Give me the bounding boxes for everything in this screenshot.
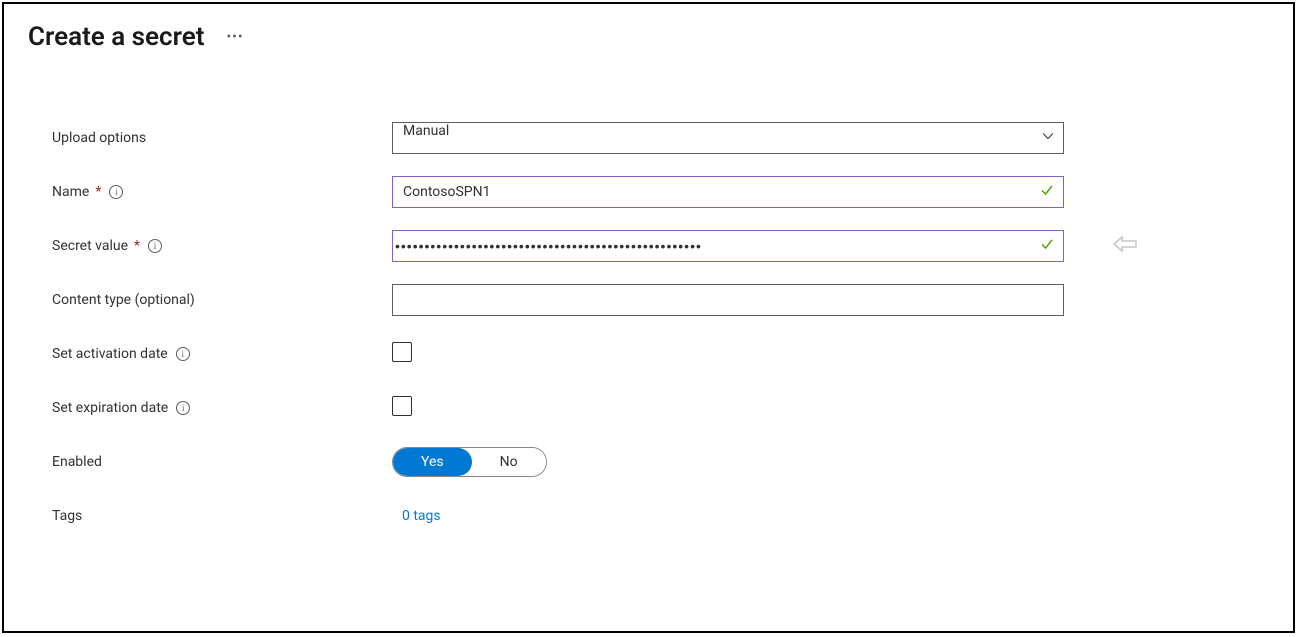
tags-label: Tags xyxy=(52,508,392,524)
activation-date-row: Set activation date i xyxy=(52,338,1269,370)
content-type-row: Content type (optional) xyxy=(52,284,1269,316)
upload-options-label-text: Upload options xyxy=(52,130,146,146)
name-input[interactable] xyxy=(392,176,1064,208)
secret-value-label: Secret value * i xyxy=(52,238,392,254)
expiration-date-checkbox[interactable] xyxy=(392,396,412,416)
activation-date-label: Set activation date i xyxy=(52,346,392,362)
tags-row: Tags 0 tags xyxy=(52,500,1269,532)
required-indicator: * xyxy=(134,238,140,254)
arrow-left-icon xyxy=(1112,235,1138,257)
enabled-row: Enabled Yes No xyxy=(52,446,1269,478)
activation-date-label-text: Set activation date xyxy=(52,346,168,362)
upload-options-row: Upload options Manual xyxy=(52,122,1269,154)
info-icon[interactable]: i xyxy=(176,401,190,415)
content-type-label-text: Content type (optional) xyxy=(52,292,195,308)
upload-options-label: Upload options xyxy=(52,130,392,146)
secret-value-label-text: Secret value xyxy=(52,238,128,254)
upload-options-select[interactable]: Manual xyxy=(392,122,1064,154)
tags-label-text: Tags xyxy=(52,508,82,524)
activation-date-checkbox[interactable] xyxy=(392,342,412,362)
enabled-toggle: Yes No xyxy=(392,447,547,477)
secret-value-row: Secret value * i •••••••••••••••••••••••… xyxy=(52,230,1269,262)
tags-link[interactable]: 0 tags xyxy=(392,508,441,524)
expiration-date-label-text: Set expiration date xyxy=(52,400,168,416)
enabled-no-button[interactable]: No xyxy=(472,448,546,476)
expiration-date-row: Set expiration date i xyxy=(52,392,1269,424)
info-icon[interactable]: i xyxy=(148,239,162,253)
secret-value-input[interactable]: ••••••••••••••••••••••••••••••••••••••••… xyxy=(392,230,1064,262)
page-title: Create a secret xyxy=(28,22,204,52)
create-secret-panel: Create a secret ••• Upload options Manua… xyxy=(2,2,1295,633)
expiration-date-label: Set expiration date i xyxy=(52,400,392,416)
enabled-yes-button[interactable]: Yes xyxy=(393,448,472,476)
enabled-label-text: Enabled xyxy=(52,454,102,470)
info-icon[interactable]: i xyxy=(109,185,123,199)
panel-header: Create a secret ••• xyxy=(28,22,1269,52)
info-icon[interactable]: i xyxy=(176,347,190,361)
name-label: Name * i xyxy=(52,184,392,200)
required-indicator: * xyxy=(95,184,101,200)
name-label-text: Name xyxy=(52,184,89,200)
content-type-label: Content type (optional) xyxy=(52,292,392,308)
enabled-label: Enabled xyxy=(52,454,392,470)
secret-form: Upload options Manual Name * i xyxy=(28,122,1269,532)
name-row: Name * i xyxy=(52,176,1269,208)
more-actions-icon[interactable]: ••• xyxy=(222,29,247,45)
content-type-input[interactable] xyxy=(392,284,1064,316)
